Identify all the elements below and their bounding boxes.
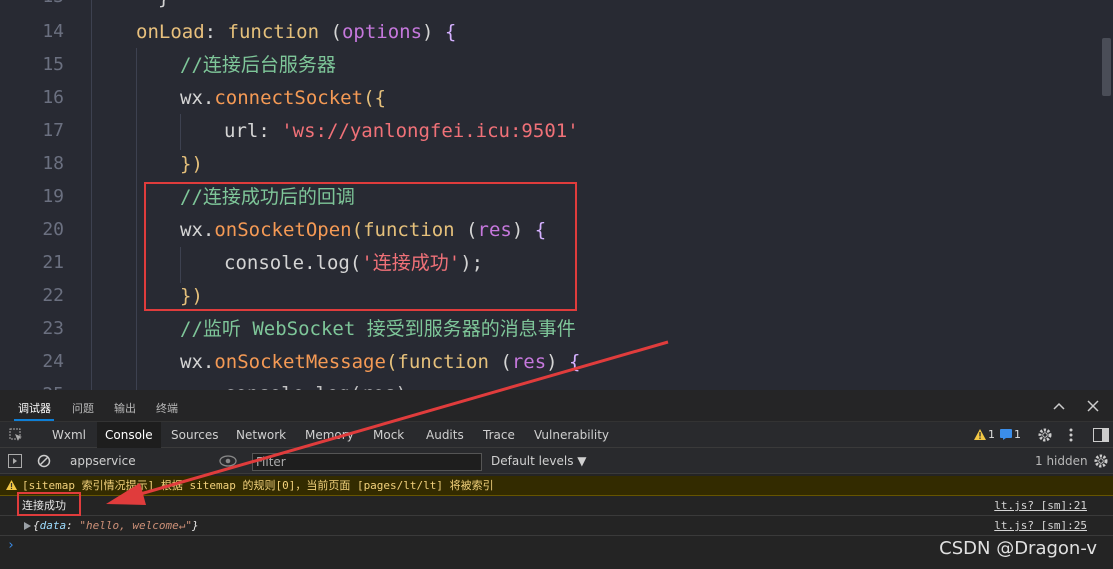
tab-debugger[interactable]: 调试器 xyxy=(18,400,51,416)
line-number: 21 xyxy=(42,252,64,273)
sidebar-toggle-icon[interactable] xyxy=(8,454,22,468)
line-number: 20 xyxy=(42,219,64,240)
panel-tab-trace[interactable]: Trace xyxy=(475,422,523,448)
filter-input[interactable]: Filter xyxy=(252,453,482,471)
warning-icon xyxy=(6,480,17,490)
panel-tab-memory[interactable]: Memory xyxy=(297,422,362,448)
console-settings-gear-icon[interactable] xyxy=(1093,453,1109,469)
close-icon[interactable] xyxy=(1087,400,1099,412)
devtools-top-tabs: 调试器 问题 输出 终端 xyxy=(0,390,1113,422)
inspect-element-icon[interactable] xyxy=(9,428,23,442)
code-line-16: wx.connectSocket({ xyxy=(180,87,386,109)
chevron-up-icon[interactable] xyxy=(1053,401,1065,411)
warning-count[interactable]: 1 xyxy=(988,428,995,441)
line-number: 16 xyxy=(42,87,64,108)
console-object-preview: {data: "hello, welcome↵"} xyxy=(33,519,199,532)
line-number: 22 xyxy=(42,285,64,306)
warning-icon xyxy=(974,429,986,440)
line-number: 15 xyxy=(42,54,64,75)
context-selector[interactable]: appservice xyxy=(70,454,136,468)
line-number: 23 xyxy=(42,318,64,339)
gear-icon[interactable] xyxy=(1037,427,1053,443)
line-number: 13 xyxy=(0,0,64,7)
console-prompt[interactable]: › xyxy=(7,538,15,553)
line-number: 14 xyxy=(42,21,64,42)
line-number: 17 xyxy=(42,120,64,141)
code-line-17: url: 'ws://yanlongfei.icu:9501' xyxy=(224,120,579,142)
dock-side-icon[interactable] xyxy=(1093,428,1109,442)
vertical-scrollbar-thumb[interactable] xyxy=(1102,38,1111,96)
console-row-object[interactable]: {data: "hello, welcome↵"} lt.js? [sm]:25 xyxy=(0,516,1113,536)
hidden-count: 1 hidden xyxy=(1035,454,1088,468)
panel-tab-mock[interactable]: Mock xyxy=(365,422,412,448)
watermark: CSDN @Dragon-v xyxy=(939,538,1097,559)
tab-terminal[interactable]: 终端 xyxy=(156,400,178,416)
indent-guide xyxy=(136,48,137,390)
console-source-link[interactable]: lt.js? [sm]:21 xyxy=(994,496,1087,515)
console-row-warning: [sitemap 索引情况提示] 根据 sitemap 的规则[0]，当前页面 … xyxy=(0,476,1113,496)
code-line-15: //连接后台服务器 xyxy=(180,54,336,76)
more-options-icon[interactable] xyxy=(1069,428,1073,442)
code-line-14: onLoad: function (options) { xyxy=(136,21,457,43)
log-levels-dropdown[interactable]: Default levels ▼ xyxy=(491,454,587,468)
indent-guide xyxy=(180,114,181,150)
panel-tab-wxml[interactable]: Wxml xyxy=(44,422,94,448)
console-toolbar: appservice Filter Default levels ▼ 1 hid… xyxy=(0,448,1113,474)
line-number: 18 xyxy=(42,153,64,174)
devtools-panel-tabs: Wxml Console Sources Network Memory Mock… xyxy=(0,422,1113,448)
clear-console-icon[interactable] xyxy=(37,454,51,468)
panel-tab-console[interactable]: Console xyxy=(97,422,161,448)
panel-tab-network[interactable]: Network xyxy=(228,422,294,448)
code-line-24: wx.onSocketMessage(function (res) { xyxy=(180,351,581,373)
console-source-link[interactable]: lt.js? [sm]:25 xyxy=(994,516,1087,535)
code-editor[interactable]: 13 14 15 16 17 18 19 20 21 22 23 24 25 }… xyxy=(0,0,1113,390)
annotation-highlight-box xyxy=(144,182,577,311)
code-line-23: //监听 WebSocket 接受到服务器的消息事件 xyxy=(180,318,576,340)
code-line-18: }) xyxy=(180,153,203,175)
console-row-log: 连接成功 lt.js? [sm]:21 xyxy=(0,496,1113,516)
code-line-13: } xyxy=(158,0,169,15)
eye-icon[interactable] xyxy=(219,455,237,467)
active-tab-indicator xyxy=(14,419,54,421)
devtools-panel: 调试器 问题 输出 终端 Wxml Console Sources Networ… xyxy=(0,390,1113,569)
line-number: 24 xyxy=(42,351,64,372)
info-icon xyxy=(1000,429,1012,440)
expand-triangle-icon[interactable] xyxy=(24,522,31,530)
line-number: 19 xyxy=(42,186,64,207)
console-message: [sitemap 索引情况提示] 根据 sitemap 的规则[0]，当前页面 … xyxy=(22,479,494,492)
tab-output[interactable]: 输出 xyxy=(114,400,136,416)
indent-guide xyxy=(91,0,92,390)
panel-tab-audits[interactable]: Audits xyxy=(418,422,472,448)
code-line-25: console.log(res) xyxy=(224,378,407,390)
tab-problems[interactable]: 问题 xyxy=(72,400,94,416)
annotation-highlight-box xyxy=(17,492,81,516)
panel-tab-vulnerability[interactable]: Vulnerability xyxy=(526,422,617,448)
panel-tab-sources[interactable]: Sources xyxy=(163,422,226,448)
info-count[interactable]: 1 xyxy=(1014,428,1021,441)
